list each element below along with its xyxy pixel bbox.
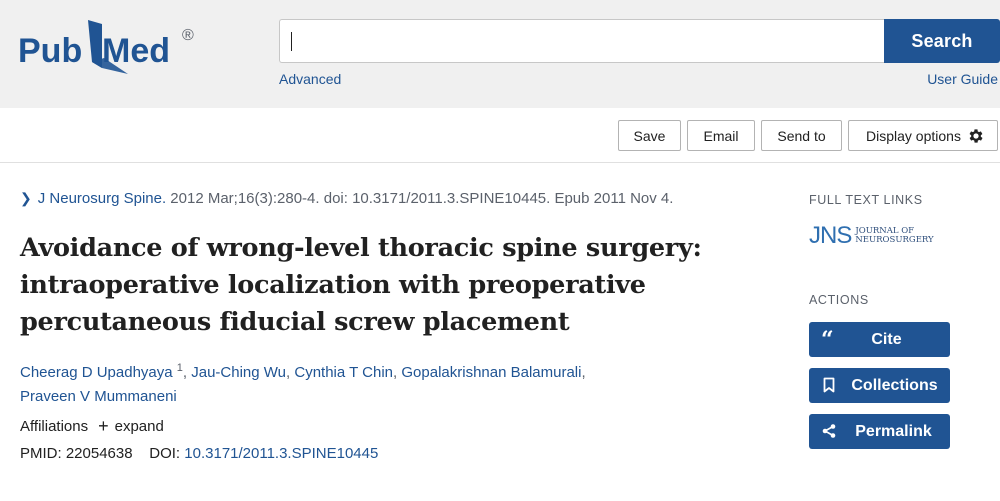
full-text-links-heading: FULL TEXT LINKS bbox=[809, 193, 923, 207]
jns-logo-letters: JNS bbox=[809, 222, 852, 249]
quote-icon: “ bbox=[821, 327, 834, 353]
affiliations-row: Affiliations + expand bbox=[20, 416, 164, 436]
bookmark-icon bbox=[823, 377, 835, 393]
logo-registered-mark: ® bbox=[182, 27, 194, 44]
article-title: Avoidance of wrong-level thoracic spine … bbox=[20, 233, 702, 337]
header-bar: Pub Med ® Search Advanced User Guide bbox=[0, 0, 1000, 108]
author-link[interactable]: Gopalakrishnan Balamurali bbox=[401, 364, 581, 381]
doi-label: DOI: bbox=[149, 445, 181, 462]
jns-publisher-link[interactable]: JNS JOURNAL OF NEUROSURGERY bbox=[809, 222, 934, 250]
pubmed-logo[interactable]: Pub Med ® bbox=[18, 20, 208, 80]
share-icon bbox=[822, 424, 836, 438]
cite-button[interactable]: “ Cite bbox=[809, 322, 950, 357]
email-button[interactable]: Email bbox=[687, 120, 755, 151]
identifiers-row: PMID: 22054638 DOI: 10.3171/2011.3.SPINE… bbox=[20, 445, 378, 462]
citation-line: ❯ J Neurosurg Spine. 2012 Mar;16(3):280-4… bbox=[20, 190, 673, 207]
gear-icon bbox=[969, 129, 983, 143]
permalink-label: Permalink bbox=[855, 422, 932, 440]
display-options-button[interactable]: Display options bbox=[848, 120, 998, 151]
advanced-search-link[interactable]: Advanced bbox=[279, 71, 341, 87]
logo-pub-text: Pub bbox=[18, 32, 82, 70]
author-link[interactable]: Cynthia T Chin bbox=[294, 364, 393, 381]
jns-logo-text: JOURNAL OF NEUROSURGERY bbox=[855, 226, 934, 245]
actions-heading: ACTIONS bbox=[809, 293, 869, 307]
toolbar-divider bbox=[0, 162, 1000, 163]
save-button[interactable]: Save bbox=[618, 120, 681, 151]
author-link[interactable]: Jau-Ching Wu bbox=[191, 364, 286, 381]
doi-link[interactable]: 10.3171/2011.3.SPINE10445 bbox=[184, 445, 378, 462]
pubmed-logo-graphic: Pub Med ® bbox=[18, 20, 194, 74]
collections-button[interactable]: Collections bbox=[809, 368, 950, 403]
logo-med-text: Med bbox=[102, 32, 170, 70]
permalink-button[interactable]: Permalink bbox=[809, 414, 950, 449]
pmid-label: PMID: bbox=[20, 445, 62, 462]
affiliations-label: Affiliations bbox=[20, 418, 89, 435]
text-caret bbox=[291, 32, 292, 51]
display-options-label: Display options bbox=[866, 127, 961, 144]
collections-label: Collections bbox=[851, 376, 938, 394]
authors-list: Cheerag D Upadhyaya 1, Jau-Ching Wu, Cyn… bbox=[20, 362, 586, 405]
cite-label: Cite bbox=[871, 330, 902, 348]
chevron-right-icon[interactable]: ❯ bbox=[20, 190, 32, 207]
author-link[interactable]: Cheerag D Upadhyaya bbox=[20, 364, 173, 381]
pmid-value: 22054638 bbox=[65, 445, 133, 462]
expand-label: expand bbox=[114, 418, 164, 435]
plus-icon: + bbox=[98, 416, 109, 436]
search-input[interactable] bbox=[279, 19, 885, 63]
citation-details: 2012 Mar;16(3):280-4. doi: 10.3171/2011.… bbox=[166, 190, 674, 207]
author-link[interactable]: Praveen V Mummaneni bbox=[20, 388, 177, 405]
journal-link[interactable]: J Neurosurg Spine. bbox=[38, 190, 166, 207]
user-guide-link[interactable]: User Guide bbox=[927, 71, 998, 87]
search-button[interactable]: Search bbox=[884, 19, 1000, 63]
expand-affiliations-button[interactable]: + expand bbox=[98, 416, 164, 436]
send-to-button[interactable]: Send to bbox=[761, 120, 842, 151]
